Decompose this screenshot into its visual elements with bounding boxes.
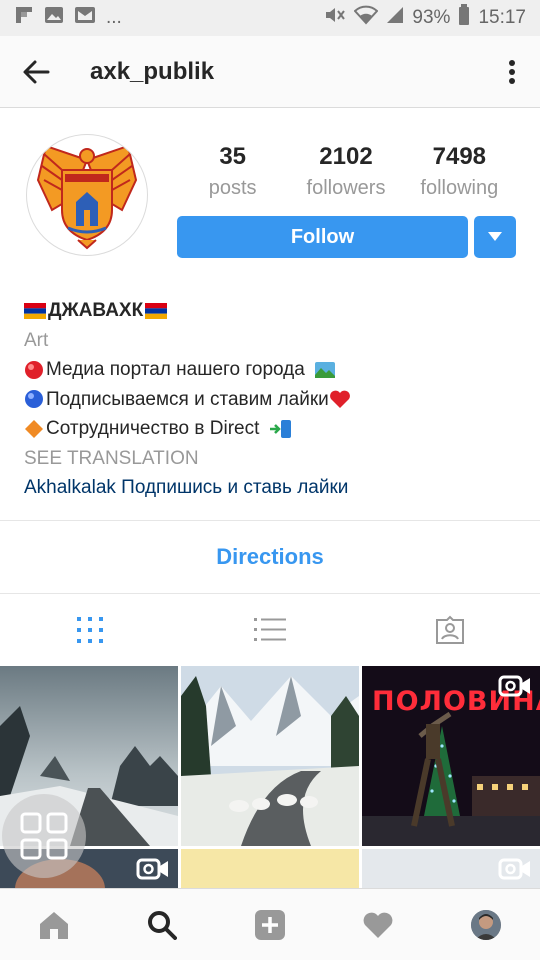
arrow-left-icon [23,60,50,83]
follow-button[interactable]: Follow [177,216,468,258]
profile-stats: 35 posts 2102 followers 7498 following [176,140,516,202]
heart-emoji-icon [329,391,350,409]
bio-line-2: Подписываемся и ставим лайки [24,385,524,415]
see-translation-link[interactable]: SEE TRANSLATION [24,444,524,474]
video-badge [498,674,532,703]
phone-arrow-icon [269,419,291,438]
more-options-button[interactable] [484,36,540,108]
video-badge [136,857,170,886]
tab-list[interactable] [180,594,360,666]
grid-icon [77,617,103,643]
kebab-menu-icon [509,59,515,84]
video-camera-icon [136,858,168,880]
status-bar: ... 93% 15:17 [0,0,540,36]
video-badge [498,857,532,886]
followers-count-value: 2102 [319,143,373,170]
post-thumbnail[interactable] [181,666,359,846]
post-thumbnail[interactable] [362,849,540,888]
plus-icon [255,909,285,940]
floating-assistive-button[interactable] [2,794,86,878]
profile-username: axk_publik [90,57,215,85]
directions-button[interactable]: Directions [0,521,540,593]
followers-count[interactable]: 2102 followers [289,140,402,202]
armenian-flag-icon [145,302,168,319]
landscape-picture-icon [315,361,336,378]
profile-view-tabs [0,594,540,666]
profile-bio: ДЖАВАХК Art Медиа портал нашего города П… [24,296,524,503]
bio-name-line: ДЖАВАХК [24,296,524,326]
post-thumbnail[interactable]: ПОЛОВИНА [362,666,540,846]
posts-count-label: posts [208,177,257,199]
following-count-label: following [420,177,499,199]
signal-icon [386,5,404,31]
clock: 15:17 [478,7,526,28]
followers-count-label: followers [306,177,386,199]
video-camera-icon [498,858,530,880]
suggested-accounts-button[interactable] [474,216,516,258]
status-more-dots: ... [106,7,122,28]
posts-count-value: 35 [219,143,247,170]
video-camera-icon [498,675,530,697]
mail-image-icon [74,5,96,31]
flipboard-icon [14,5,34,31]
app-bar: axk_publik [0,36,540,108]
profile-avatar[interactable] [26,134,148,256]
post-thumbnail[interactable] [181,849,359,888]
armenian-flag-icon [24,302,46,319]
chevron-down-icon [488,232,502,241]
back-button[interactable] [0,36,72,108]
bio-line-1: Медиа портал нашего города [24,355,524,385]
bio-location-link[interactable]: Akhalkalak Подпишись и ставь лайки [24,473,524,503]
coat-of-arms-logo [36,144,138,250]
nav-home[interactable] [0,889,108,960]
posts-count[interactable]: 35 posts [176,140,289,202]
nav-add-post[interactable] [216,889,324,960]
following-count[interactable]: 7498 following [403,140,516,202]
bio-line-3: Сотрудничество в Direct [24,414,524,444]
bio-line-3-text: Сотрудничество в Direct [46,418,260,439]
tab-tagged[interactable] [360,594,540,666]
battery-percent: 93% [412,7,451,28]
home-icon [40,911,68,939]
list-icon [254,618,286,641]
red-circle-icon [25,360,43,379]
battery-icon [458,4,470,32]
bottom-navigation [0,888,540,960]
gallery-icon [44,5,64,31]
nav-search[interactable] [108,889,216,960]
orange-diamond-icon [25,419,43,438]
heart-icon [363,912,393,938]
nav-activity[interactable] [324,889,432,960]
nav-profile[interactable] [432,889,540,960]
bio-category: Art [24,329,49,351]
app-grid-icon [20,812,68,860]
tagged-photo-icon [436,615,464,644]
following-count-value: 7498 [432,143,487,170]
avatar [471,909,501,940]
yellow-photo [181,849,359,888]
search-icon [148,910,177,940]
blue-circle-icon [25,390,43,409]
bio-line-2-text: Подписываемся и ставим лайки [46,388,329,410]
wifi-icon [354,5,379,31]
mute-icon [324,5,346,31]
mountain-goats-photo [181,666,359,846]
tab-grid[interactable] [0,594,180,666]
bio-name: ДЖАВАХК [48,300,144,321]
bio-line-1-text: Медиа портал нашего города [46,359,305,380]
